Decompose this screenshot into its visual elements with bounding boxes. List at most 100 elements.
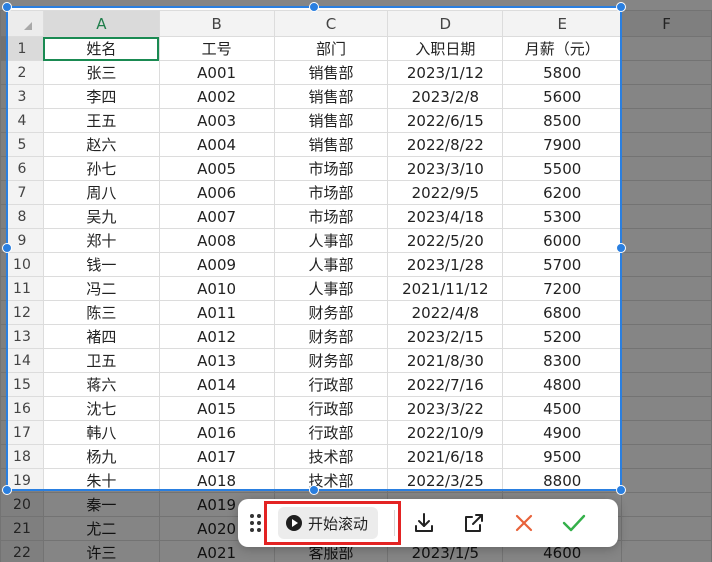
cell-e[interactable]: 5300 [502, 204, 623, 229]
cell-c[interactable]: 销售部 [273, 60, 389, 85]
row-header[interactable]: 2 [0, 60, 44, 85]
cell-c[interactable]: 行政部 [273, 420, 389, 445]
row-header[interactable]: 15 [0, 372, 44, 397]
column-header-a[interactable]: A [42, 10, 160, 37]
cell-d[interactable]: 2021/8/30 [387, 348, 504, 373]
cell-c[interactable]: 销售部 [273, 108, 389, 133]
cell-d[interactable]: 2023/3/22 [387, 396, 504, 421]
cell-a[interactable]: 蒋六 [42, 372, 160, 397]
cell-e[interactable]: 月薪（元） [502, 36, 623, 61]
cell-a[interactable]: 姓名 [42, 36, 160, 61]
cell-b[interactable]: A003 [158, 108, 275, 133]
cell-e[interactable]: 9500 [502, 444, 623, 469]
cell-d[interactable]: 2023/2/8 [387, 84, 504, 109]
cell-c[interactable]: 财务部 [273, 324, 389, 349]
row-header[interactable]: 10 [0, 252, 44, 277]
cell-e[interactable]: 6200 [502, 180, 623, 205]
cell-c[interactable]: 人事部 [273, 228, 389, 253]
cell-e[interactable]: 8500 [502, 108, 623, 133]
cell-c[interactable]: 行政部 [273, 372, 389, 397]
row-header[interactable]: 12 [0, 300, 44, 325]
cell-a[interactable]: 韩八 [42, 420, 160, 445]
download-button[interactable] [409, 508, 439, 538]
resize-handle-top-right[interactable] [616, 2, 626, 12]
cell-e[interactable]: 5600 [502, 84, 623, 109]
cell-d[interactable]: 2022/7/16 [387, 372, 504, 397]
cell-a[interactable]: 卫五 [42, 348, 160, 373]
cell-d[interactable]: 2021/11/12 [387, 276, 504, 301]
cell-a[interactable]: 孙七 [42, 156, 160, 181]
cell-d[interactable]: 2022/8/22 [387, 132, 504, 157]
cell-b[interactable]: 工号 [158, 36, 275, 61]
row-header[interactable]: 17 [0, 420, 44, 445]
resize-handle-top[interactable] [309, 2, 319, 12]
cell-d[interactable]: 2022/3/25 [387, 468, 504, 493]
cell-d[interactable]: 2023/3/10 [387, 156, 504, 181]
cell-a[interactable]: 钱一 [42, 252, 160, 277]
cell-e[interactable]: 6800 [502, 300, 623, 325]
select-all-corner[interactable] [0, 10, 44, 37]
row-header[interactable]: 13 [0, 324, 44, 349]
cell-a[interactable]: 郑十 [42, 228, 160, 253]
cell-a[interactable]: 王五 [42, 108, 160, 133]
resize-handle-left[interactable] [2, 243, 12, 253]
cell-d[interactable]: 2021/6/18 [387, 444, 504, 469]
resize-handle-right[interactable] [616, 243, 626, 253]
cell-d[interactable]: 2022/5/20 [387, 228, 504, 253]
cell-e[interactable]: 5800 [502, 60, 623, 85]
cell-e[interactable]: 8800 [502, 468, 623, 493]
cell-e[interactable]: 7900 [502, 132, 623, 157]
cell-e[interactable]: 4800 [502, 372, 623, 397]
row-header[interactable]: 3 [0, 84, 44, 109]
cell-a[interactable]: 周八 [42, 180, 160, 205]
cell-d[interactable]: 2023/1/12 [387, 60, 504, 85]
cell-a[interactable]: 冯二 [42, 276, 160, 301]
cell-d[interactable]: 2023/4/18 [387, 204, 504, 229]
row-header[interactable]: 16 [0, 396, 44, 421]
cell-b[interactable]: A011 [158, 300, 275, 325]
cell-d[interactable]: 2022/10/9 [387, 420, 504, 445]
cell-b[interactable]: A008 [158, 228, 275, 253]
cell-d[interactable]: 2023/1/28 [387, 252, 504, 277]
cell-a[interactable]: 褚四 [42, 324, 160, 349]
cell-a[interactable]: 李四 [42, 84, 160, 109]
cell-c[interactable]: 人事部 [273, 252, 389, 277]
row-header[interactable]: 14 [0, 348, 44, 373]
cell-b[interactable]: A007 [158, 204, 275, 229]
cell-c[interactable]: 销售部 [273, 132, 389, 157]
row-header[interactable]: 4 [0, 108, 44, 133]
cell-a[interactable]: 吴九 [42, 204, 160, 229]
cell-b[interactable]: A005 [158, 156, 275, 181]
start-scroll-button[interactable]: 开始滚动 [278, 507, 379, 539]
cell-b[interactable]: A012 [158, 324, 275, 349]
cell-a[interactable]: 沈七 [42, 396, 160, 421]
cell-b[interactable]: A010 [158, 276, 275, 301]
cell-e[interactable]: 4900 [502, 420, 623, 445]
cell-e[interactable]: 8300 [502, 348, 623, 373]
cell-b[interactable]: A016 [158, 420, 275, 445]
cell-b[interactable]: A018 [158, 468, 275, 493]
confirm-button[interactable] [559, 508, 589, 538]
row-header[interactable]: 5 [0, 132, 44, 157]
cell-a[interactable]: 张三 [42, 60, 160, 85]
open-external-button[interactable] [459, 508, 489, 538]
cell-b[interactable]: A001 [158, 60, 275, 85]
cell-e[interactable]: 4500 [502, 396, 623, 421]
column-header-e[interactable]: E [502, 10, 623, 37]
cell-d[interactable]: 2023/2/15 [387, 324, 504, 349]
cell-b[interactable]: A009 [158, 252, 275, 277]
resize-handle-bottom[interactable] [309, 485, 319, 495]
cell-c[interactable]: 财务部 [273, 348, 389, 373]
cell-a[interactable]: 陈三 [42, 300, 160, 325]
cell-b[interactable]: A004 [158, 132, 275, 157]
cancel-button[interactable] [509, 508, 539, 538]
row-header[interactable]: 7 [0, 180, 44, 205]
resize-handle-bottom-left[interactable] [2, 485, 12, 495]
resize-handle-top-left[interactable] [2, 2, 12, 12]
cell-b[interactable]: A014 [158, 372, 275, 397]
column-header-d[interactable]: D [387, 10, 504, 37]
cell-c[interactable]: 技术部 [273, 444, 389, 469]
cell-c[interactable]: 市场部 [273, 180, 389, 205]
cell-e[interactable]: 5700 [502, 252, 623, 277]
cell-e[interactable]: 5200 [502, 324, 623, 349]
